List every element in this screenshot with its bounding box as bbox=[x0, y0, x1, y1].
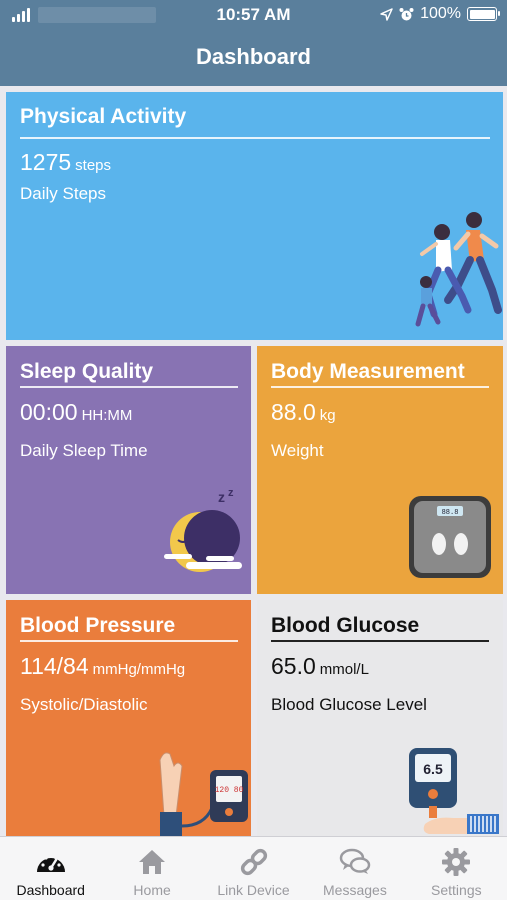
link-icon bbox=[240, 848, 267, 876]
body-measurement-card[interactable]: Body Measurement 88.0 kg Weight 88.8 bbox=[257, 346, 503, 594]
tab-label: Messages bbox=[323, 882, 387, 898]
tab-label: Link Device bbox=[217, 882, 290, 898]
sleep-quality-card[interactable]: Sleep Quality 00:00 HH:MM Daily Sleep Tim… bbox=[6, 346, 251, 594]
sleep-unit: HH:MM bbox=[81, 407, 133, 424]
physical-activity-card[interactable]: Physical Activity 1275 steps Daily Steps bbox=[6, 92, 503, 340]
app-header: 10:57 AM 100% Dashboard bbox=[0, 0, 507, 86]
sleeping-moon-illustration: z z bbox=[164, 487, 242, 572]
card-subtitle: Systolic/Diastolic bbox=[20, 695, 148, 714]
blood-pressure-monitor-illustration: 120 80 bbox=[159, 752, 248, 836]
status-right: 100% bbox=[380, 5, 500, 23]
card-subtitle: Blood Glucose Level bbox=[271, 695, 427, 714]
card-title: Sleep Quality bbox=[20, 360, 154, 383]
battery-percent: 100% bbox=[420, 5, 461, 22]
tab-dashboard[interactable]: Dashboard bbox=[0, 837, 101, 900]
svg-text:z: z bbox=[228, 487, 234, 499]
steps-value: 1275 steps bbox=[20, 149, 112, 175]
card-subtitle: Daily Steps bbox=[20, 184, 106, 203]
weight-unit: kg bbox=[319, 407, 336, 424]
tab-bar: Dashboard Home Link Device Messages Sett… bbox=[0, 836, 507, 900]
location-arrow-icon bbox=[380, 7, 393, 21]
steps-unit: steps bbox=[75, 157, 112, 174]
svg-text:z: z bbox=[218, 489, 225, 505]
tab-link-device[interactable]: Link Device bbox=[203, 837, 304, 900]
page-title: Dashboard bbox=[196, 44, 311, 69]
alarm-clock-icon bbox=[399, 7, 414, 20]
glucometer-illustration: 6.5 bbox=[409, 748, 499, 834]
tab-settings[interactable]: Settings bbox=[406, 837, 507, 900]
blood-pressure-card[interactable]: Blood Pressure 114/84 mmHg/mmHg Systolic/… bbox=[6, 600, 251, 836]
divider bbox=[271, 386, 489, 388]
tab-label: Home bbox=[133, 882, 171, 898]
bp-unit: mmHg/mmHg bbox=[92, 661, 186, 678]
divider bbox=[271, 640, 489, 642]
chat-bubbles-icon bbox=[339, 848, 371, 874]
card-title: Physical Activity bbox=[20, 105, 187, 128]
divider bbox=[20, 640, 238, 642]
divider bbox=[20, 386, 238, 388]
bathroom-scale-illustration: 88.8 bbox=[409, 496, 491, 578]
bp-value: 114/84 mmHg/mmHg bbox=[20, 653, 186, 679]
home-icon bbox=[139, 850, 166, 874]
tab-home[interactable]: Home bbox=[101, 837, 202, 900]
running-family-illustration bbox=[415, 212, 502, 327]
card-title: Blood Glucose bbox=[271, 614, 420, 637]
blood-glucose-card[interactable]: Blood Glucose 65.0 mmol/L Blood Glucose L… bbox=[257, 600, 503, 836]
status-bar: 10:57 AM 100% bbox=[0, 0, 507, 30]
glucose-unit: mmol/L bbox=[319, 661, 369, 678]
weight-value: 88.0 kg bbox=[271, 399, 336, 425]
bp-monitor-display-text: 120 80 bbox=[215, 786, 244, 795]
card-subtitle: Weight bbox=[271, 441, 324, 460]
card-title: Blood Pressure bbox=[20, 614, 176, 637]
scale-display-text: 88.8 bbox=[442, 509, 459, 517]
glucometer-display-text: 6.5 bbox=[423, 761, 443, 777]
card-title: Body Measurement bbox=[271, 360, 465, 383]
tab-label: Dashboard bbox=[16, 882, 85, 898]
gear-icon bbox=[442, 848, 471, 876]
glucose-value: 65.0 mmol/L bbox=[271, 653, 369, 679]
divider bbox=[20, 137, 490, 139]
battery-icon bbox=[467, 7, 500, 21]
tab-label: Settings bbox=[431, 882, 482, 898]
sleep-value: 00:00 HH:MM bbox=[20, 399, 133, 425]
speedometer-icon bbox=[36, 853, 65, 872]
tab-messages[interactable]: Messages bbox=[304, 837, 405, 900]
card-subtitle: Daily Sleep Time bbox=[20, 441, 148, 460]
